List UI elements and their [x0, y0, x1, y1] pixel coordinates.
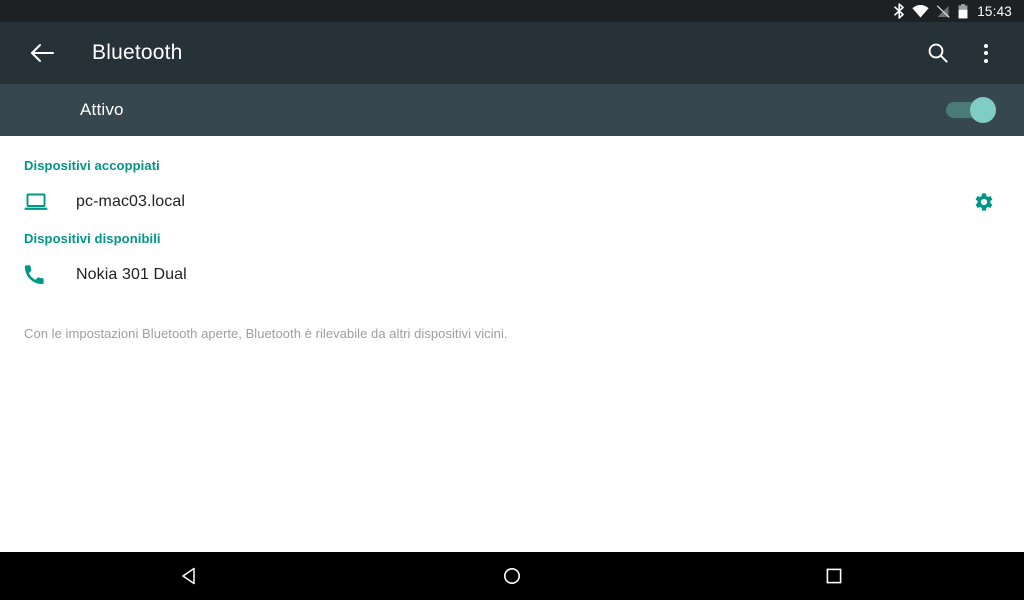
search-icon[interactable]	[914, 29, 962, 77]
status-bar: 15:43	[0, 0, 1024, 22]
device-row-available[interactable]: Nokia 301 Dual	[0, 252, 1024, 298]
bluetooth-settings-screen: 15:43 Bluetooth Attivo Dispositivi accop…	[0, 0, 1024, 600]
section-header-paired: Dispositivi accoppiati	[24, 158, 160, 173]
laptop-icon	[24, 192, 56, 212]
battery-icon	[958, 3, 968, 19]
device-list: Dispositivi accoppiati pc-mac03.local Di…	[0, 136, 1024, 341]
page-title: Bluetooth	[92, 41, 183, 64]
wifi-icon	[912, 4, 929, 18]
navigation-bar	[0, 552, 1024, 600]
app-toolbar: Bluetooth	[0, 22, 1024, 84]
discoverability-note: Con le impostazioni Bluetooth aperte, Bl…	[24, 326, 508, 341]
device-row-paired[interactable]: pc-mac03.local	[0, 179, 1024, 225]
nav-home-icon[interactable]	[432, 552, 592, 600]
section-header-available: Dispositivi disponibili	[24, 231, 161, 246]
bluetooth-toggle-label: Attivo	[80, 100, 124, 119]
bluetooth-toggle-switch[interactable]	[946, 97, 996, 123]
nav-back-icon[interactable]	[110, 552, 270, 600]
phone-icon	[24, 264, 56, 286]
more-options-icon[interactable]	[962, 29, 1010, 77]
bluetooth-icon	[894, 3, 905, 19]
bluetooth-toggle-row[interactable]: Attivo	[0, 84, 1024, 136]
device-name: pc-mac03.local	[76, 193, 186, 210]
switch-thumb	[970, 97, 996, 123]
nav-recents-icon[interactable]	[754, 552, 914, 600]
back-arrow-icon[interactable]	[18, 29, 66, 77]
overflow-dots	[984, 43, 988, 63]
device-name: Nokia 301 Dual	[76, 266, 187, 283]
status-clock: 15:43	[977, 3, 1012, 19]
no-sim-icon	[936, 4, 951, 18]
gear-icon[interactable]	[966, 185, 1000, 219]
